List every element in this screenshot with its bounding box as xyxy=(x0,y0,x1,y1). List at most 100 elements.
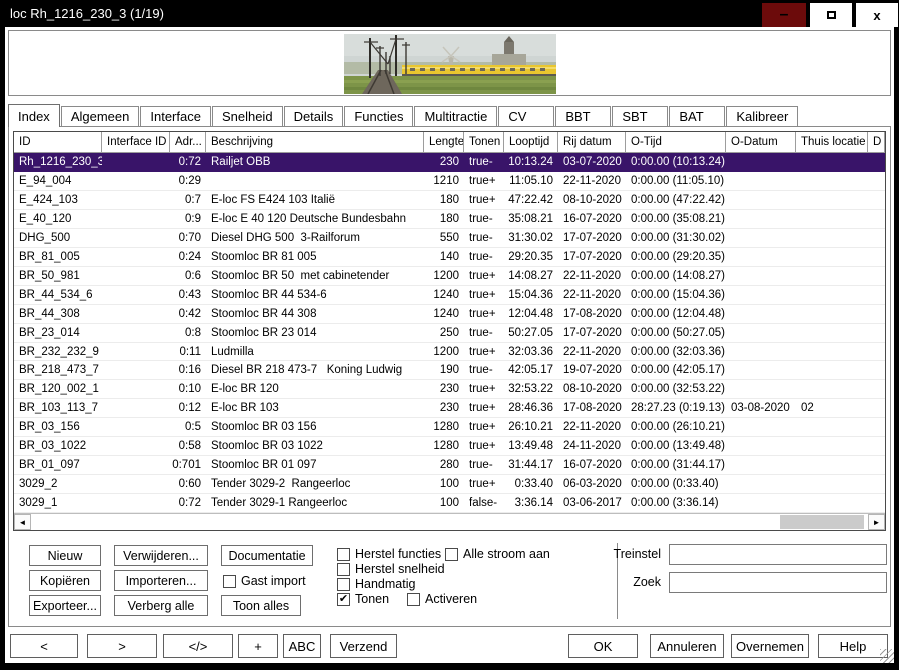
table-row[interactable]: BR_03_1560:5Stoomloc BR 03 1561280true+2… xyxy=(14,418,885,437)
nieuw-button[interactable]: Nieuw xyxy=(29,545,101,566)
table-cell xyxy=(796,494,868,512)
table-row[interactable]: BR_01_0970:701Stoomloc BR 01 097280true-… xyxy=(14,456,885,475)
scrollbar-thumb[interactable] xyxy=(780,515,864,529)
previous-loc-button[interactable]: < xyxy=(10,634,78,658)
kopieren-button[interactable]: Kopiëren xyxy=(29,570,101,591)
table-cell: 0:72 xyxy=(170,153,206,171)
column-header[interactable]: ID xyxy=(14,132,102,152)
table-cell: 10:13.24 xyxy=(504,153,558,171)
table-cell xyxy=(796,267,868,285)
tab-functies[interactable]: Functies xyxy=(344,106,413,126)
table-cell: 03-08-2020 xyxy=(726,399,796,417)
column-header[interactable]: Tonen xyxy=(464,132,504,152)
scroll-right-button[interactable]: ► xyxy=(868,514,885,530)
table-cell: 0:00.00 (11:05.10) xyxy=(626,172,726,190)
column-header[interactable]: Looptijd xyxy=(504,132,558,152)
exporteer-button[interactable]: Exporteer... xyxy=(29,595,101,616)
resize-grip[interactable] xyxy=(880,649,894,663)
column-header[interactable]: Thuis locatie xyxy=(796,132,868,152)
herstel-snelheid-checkbox[interactable] xyxy=(337,563,350,576)
handmatig-checkbox[interactable] xyxy=(337,578,350,591)
table-cell xyxy=(796,361,868,379)
table-cell: 22-11-2020 xyxy=(558,343,626,361)
verzend-button[interactable]: Verzend xyxy=(330,634,397,658)
tab-interface[interactable]: Interface xyxy=(140,106,211,126)
column-header[interactable]: Beschrijving xyxy=(206,132,424,152)
table-row[interactable]: BR_218_473_70:16Diesel BR 218 473-7 Koni… xyxy=(14,361,885,380)
table-row[interactable]: BR_232_232_90:11Ludmilla1200true+32:03.3… xyxy=(14,343,885,362)
table-row[interactable]: DHG_5000:70Diesel DHG 500 3-Railforum550… xyxy=(14,229,885,248)
tab-algemeen[interactable]: Algemeen xyxy=(61,106,140,126)
table-cell: 0:701 xyxy=(170,456,206,474)
table-cell: 02 xyxy=(796,399,868,417)
verberg-alle-button[interactable]: Verberg alle xyxy=(114,595,208,616)
abc-button[interactable]: ABC xyxy=(283,634,321,658)
annuleren-button[interactable]: Annuleren xyxy=(650,634,724,658)
tab-details[interactable]: Details xyxy=(284,106,344,126)
table-row[interactable]: E_40_1200:9E-loc E 40 120 Deutsche Bunde… xyxy=(14,210,885,229)
horizontal-scrollbar[interactable]: ◄ ► xyxy=(14,513,885,530)
table-cell: Stoomloc BR 81 005 xyxy=(206,248,424,266)
table-row[interactable]: 3029_20:60Tender 3029-2 Rangeerloc100tru… xyxy=(14,475,885,494)
table-row[interactable]: BR_44_534_60:43Stoomloc BR 44 534-61240t… xyxy=(14,286,885,305)
ok-button[interactable]: OK xyxy=(568,634,638,658)
tonen-checkbox[interactable]: ✔ xyxy=(337,593,350,606)
scroll-left-button[interactable]: ◄ xyxy=(14,514,31,530)
table-cell: 1200 xyxy=(424,343,464,361)
maximize-button[interactable] xyxy=(809,2,853,28)
table-row[interactable]: BR_103_113_70:12E-loc BR 103230true+28:4… xyxy=(14,399,885,418)
table-row[interactable]: Rh_1216_230_30:72Railjet OBB230true-10:1… xyxy=(14,153,885,172)
plus-button[interactable]: + xyxy=(238,634,278,658)
alle-stroom-aan-checkbox[interactable] xyxy=(445,548,458,561)
table-row[interactable]: BR_03_10220:58Stoomloc BR 03 10221280tru… xyxy=(14,437,885,456)
table-cell: 0:70 xyxy=(170,229,206,247)
column-header[interactable]: O-Tijd xyxy=(626,132,726,152)
help-button[interactable]: Help xyxy=(818,634,888,658)
table-cell: true+ xyxy=(464,286,504,304)
tab-bbt[interactable]: BBT xyxy=(555,106,611,126)
column-header[interactable]: Rij datum xyxy=(558,132,626,152)
activeren-checkbox[interactable] xyxy=(407,593,420,606)
table-row[interactable]: E_94_0040:291210true+11:05.1022-11-20200… xyxy=(14,172,885,191)
zoek-input[interactable] xyxy=(669,572,887,593)
code-button[interactable]: </> xyxy=(163,634,233,658)
tab-index[interactable]: Index xyxy=(8,104,60,127)
tab-bat[interactable]: BAT xyxy=(669,106,725,126)
table-row[interactable]: BR_23_0140:8Stoomloc BR 23 014250true-50… xyxy=(14,324,885,343)
table-row[interactable]: 3029_10:72Tender 3029-1 Rangeerloc100fal… xyxy=(14,494,885,513)
tab-sbt[interactable]: SBT xyxy=(612,106,668,126)
title-bar[interactable]: loc Rh_1216_230_3 (1/19) – x xyxy=(0,0,899,27)
column-header[interactable]: Interface ID xyxy=(102,132,170,152)
table-row[interactable]: E_424_1030:7E-loc FS E424 103 Italië180t… xyxy=(14,191,885,210)
verwijderen-button[interactable]: Verwijderen... xyxy=(114,545,208,566)
table-row[interactable]: BR_50_9810:6Stoomloc BR 50 met cabineten… xyxy=(14,267,885,286)
table-cell: true+ xyxy=(464,418,504,436)
importeren-button[interactable]: Importeren... xyxy=(114,570,208,591)
table-cell xyxy=(796,380,868,398)
tab-kalibreer[interactable]: Kalibreer xyxy=(726,106,798,126)
column-header[interactable]: Adr... xyxy=(170,132,206,152)
herstel-functies-checkbox[interactable] xyxy=(337,548,350,561)
scrollbar-track[interactable] xyxy=(31,514,868,530)
table-row[interactable]: BR_120_002_10:10E-loc BR 120230true+32:5… xyxy=(14,380,885,399)
overnemen-button[interactable]: Overnemen xyxy=(731,634,809,658)
close-button[interactable]: x xyxy=(855,2,899,28)
column-header[interactable]: D xyxy=(868,132,885,152)
tab-multitractie[interactable]: Multitractie xyxy=(414,106,497,126)
table-cell xyxy=(102,361,170,379)
column-header[interactable]: O-Datum xyxy=(726,132,796,152)
minimize-button[interactable]: – xyxy=(761,2,807,28)
gast-import-checkbox[interactable] xyxy=(223,575,236,588)
toon-alles-button[interactable]: Toon alles xyxy=(221,595,301,616)
documentatie-button[interactable]: Documentatie xyxy=(221,545,313,566)
table-cell: 29:20.35 xyxy=(504,248,558,266)
table-cell: BR_03_156 xyxy=(14,418,102,436)
table-row[interactable]: BR_44_3080:42Stoomloc BR 44 3081240true+… xyxy=(14,305,885,324)
next-loc-button[interactable]: > xyxy=(87,634,157,658)
treinstel-input[interactable] xyxy=(669,544,887,565)
table-cell xyxy=(796,437,868,455)
column-header[interactable]: Lengte xyxy=(424,132,464,152)
tab-cv[interactable]: CV xyxy=(498,106,554,126)
tab-snelheid[interactable]: Snelheid xyxy=(212,106,283,126)
table-row[interactable]: BR_81_0050:24Stoomloc BR 81 005140true-2… xyxy=(14,248,885,267)
